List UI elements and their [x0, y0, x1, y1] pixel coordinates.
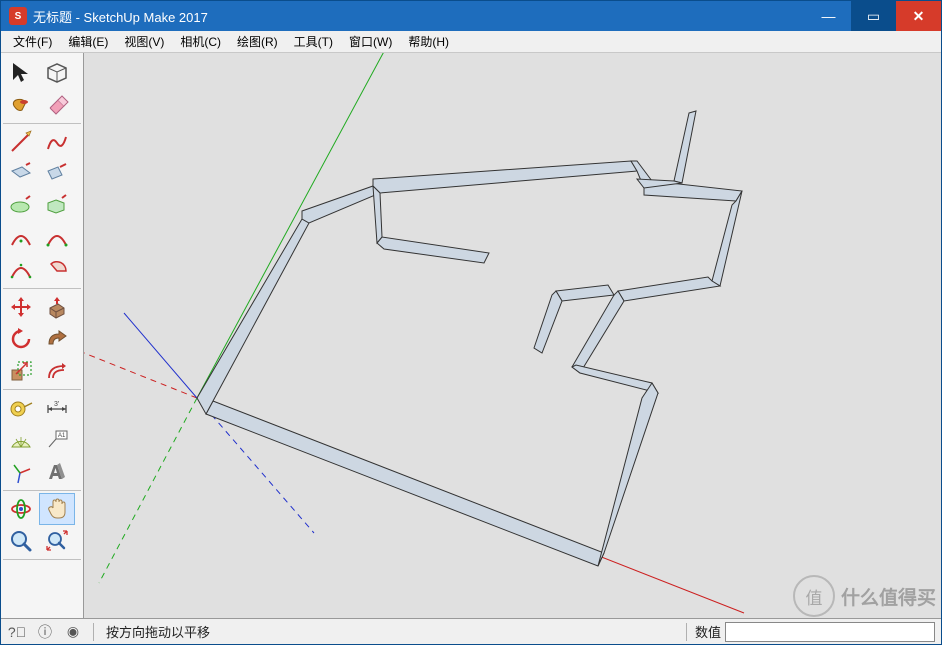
- menu-file[interactable]: 文件(F): [5, 31, 60, 52]
- svg-text:3': 3': [54, 401, 59, 408]
- toolbar: 3' A1: [1, 53, 84, 618]
- axes-tool[interactable]: [3, 456, 39, 488]
- tape-measure-tool[interactable]: [3, 392, 39, 424]
- menu-edit[interactable]: 编辑(E): [60, 31, 116, 52]
- title-bar: S 无标题 - SketchUp Make 2017 — ▭ ✕: [1, 1, 941, 31]
- app-icon: S: [9, 7, 27, 25]
- value-label: 数值: [695, 622, 725, 641]
- close-button[interactable]: ✕: [896, 1, 941, 31]
- menu-draw[interactable]: 绘图(R): [229, 31, 286, 52]
- two-point-arc-tool[interactable]: [39, 222, 75, 254]
- menu-view[interactable]: 视图(V): [116, 31, 172, 52]
- offset-tool[interactable]: [39, 355, 75, 387]
- paint-bucket-tool[interactable]: [3, 89, 39, 121]
- rotate-tool[interactable]: [3, 323, 39, 355]
- rotated-rectangle-tool[interactable]: [39, 158, 75, 190]
- menu-help[interactable]: 帮助(H): [400, 31, 457, 52]
- line-tool[interactable]: [3, 126, 39, 158]
- freehand-tool[interactable]: [39, 126, 75, 158]
- text-tool[interactable]: A1: [39, 424, 75, 456]
- scale-tool[interactable]: [3, 355, 39, 387]
- orbit-tool[interactable]: [3, 493, 39, 525]
- 3d-text-tool[interactable]: [39, 456, 75, 488]
- push-pull-tool[interactable]: [39, 291, 75, 323]
- menu-camera[interactable]: 相机(C): [172, 31, 229, 52]
- rectangle-tool[interactable]: [3, 158, 39, 190]
- minimize-button[interactable]: —: [806, 1, 851, 31]
- value-input[interactable]: [725, 622, 935, 642]
- protractor-tool[interactable]: [3, 424, 39, 456]
- menu-bar: 文件(F) 编辑(E) 视图(V) 相机(C) 绘图(R) 工具(T) 窗口(W…: [1, 31, 941, 53]
- three-point-arc-tool[interactable]: [3, 254, 39, 286]
- user-icon[interactable]: ◉: [61, 620, 85, 644]
- dimension-tool[interactable]: 3': [39, 392, 75, 424]
- pie-tool[interactable]: [39, 254, 75, 286]
- zoom-extents-tool[interactable]: [39, 525, 75, 557]
- arc-tool[interactable]: [3, 222, 39, 254]
- menu-window[interactable]: 窗口(W): [341, 31, 400, 52]
- status-bar: ?⃝ ⓘ ◉ 按方向拖动以平移 数值: [1, 618, 941, 644]
- viewport[interactable]: [84, 53, 941, 618]
- eraser-tool[interactable]: [39, 89, 75, 121]
- polygon-tool[interactable]: [39, 190, 75, 222]
- zoom-tool[interactable]: [3, 525, 39, 557]
- pan-tool[interactable]: [39, 493, 75, 525]
- info-icon[interactable]: ⓘ: [33, 620, 57, 644]
- select-tool[interactable]: [3, 57, 39, 89]
- model-view: [84, 53, 941, 618]
- move-tool[interactable]: [3, 291, 39, 323]
- follow-me-tool[interactable]: [39, 323, 75, 355]
- menu-tools[interactable]: 工具(T): [286, 31, 341, 52]
- maximize-button[interactable]: ▭: [851, 1, 896, 31]
- svg-text:A1: A1: [58, 433, 66, 439]
- window-title: 无标题 - SketchUp Make 2017: [33, 7, 806, 26]
- make-component-tool[interactable]: [39, 57, 75, 89]
- circle-tool[interactable]: [3, 190, 39, 222]
- content-area: 3' A1: [1, 53, 941, 618]
- help-icon[interactable]: ?⃝: [5, 620, 29, 644]
- status-tip: 按方向拖动以平移: [102, 622, 678, 641]
